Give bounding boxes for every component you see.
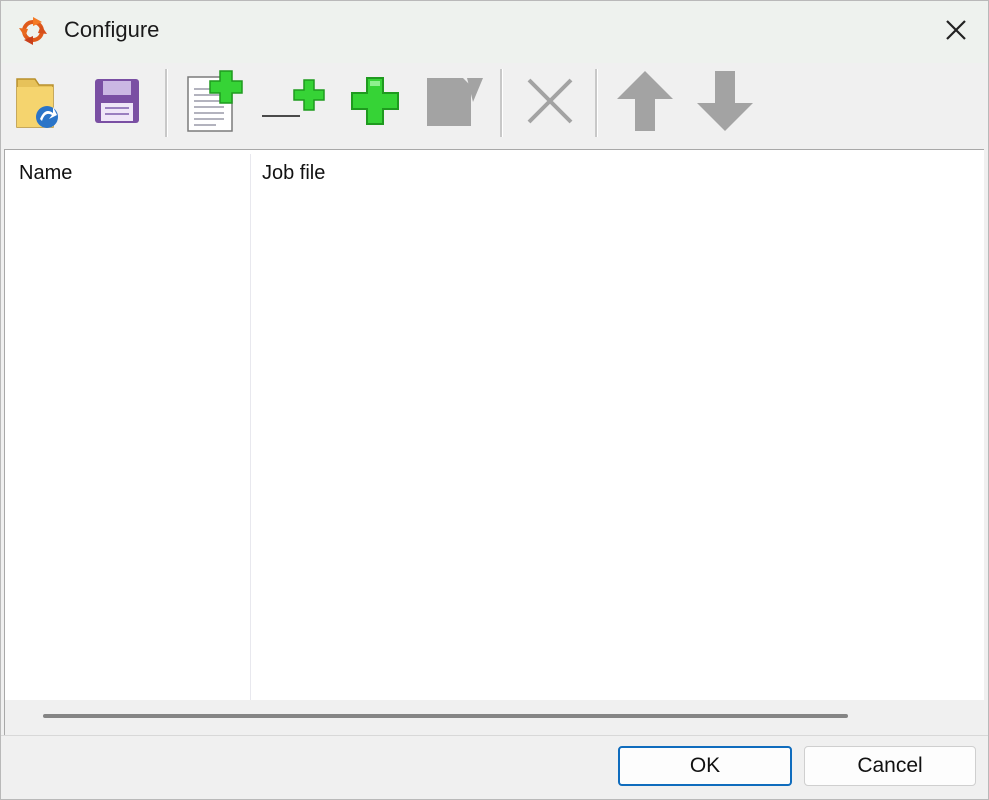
horizontal-scrollbar[interactable] bbox=[5, 700, 984, 736]
line-add-icon bbox=[260, 76, 330, 130]
dialog-footer: OK Cancel bbox=[1, 735, 988, 799]
arrow-up-icon bbox=[615, 69, 675, 137]
column-divider[interactable] bbox=[250, 154, 251, 700]
document-add-icon bbox=[182, 67, 248, 139]
toolbar-separator bbox=[500, 69, 503, 137]
folder-open-icon bbox=[9, 69, 65, 137]
open-folder-button[interactable] bbox=[3, 67, 71, 139]
toolbar-separator bbox=[165, 69, 168, 137]
move-up-button[interactable] bbox=[611, 67, 679, 139]
move-down-button[interactable] bbox=[691, 67, 759, 139]
toolbar bbox=[1, 63, 988, 149]
arrow-down-icon bbox=[695, 69, 755, 137]
configure-dialog: Configure Name Job file OK Cancel bbox=[0, 0, 989, 800]
add-job-file-button[interactable] bbox=[181, 67, 249, 139]
toolbar-separator bbox=[595, 69, 598, 137]
save-button[interactable] bbox=[83, 67, 151, 139]
column-header-job-file[interactable]: Job file bbox=[262, 162, 325, 185]
add-button[interactable] bbox=[341, 67, 409, 139]
cancel-button[interactable]: Cancel bbox=[804, 746, 976, 786]
edit-icon bbox=[423, 72, 487, 134]
scrollbar-thumb[interactable] bbox=[43, 714, 848, 718]
delete-button[interactable] bbox=[516, 67, 584, 139]
ok-button[interactable]: OK bbox=[618, 746, 792, 786]
floppy-disk-icon bbox=[91, 75, 143, 131]
window-title: Configure bbox=[64, 17, 160, 42]
add-separator-button[interactable] bbox=[261, 67, 329, 139]
close-icon bbox=[944, 18, 968, 46]
edit-button[interactable] bbox=[421, 67, 489, 139]
delete-x-icon bbox=[523, 74, 577, 132]
green-plus-icon bbox=[348, 74, 402, 132]
close-button[interactable] bbox=[930, 9, 982, 55]
title-bar: Configure bbox=[1, 1, 988, 63]
job-list[interactable]: Name Job file bbox=[4, 149, 984, 736]
refresh-arrows-icon bbox=[15, 13, 51, 49]
column-header-name[interactable]: Name bbox=[19, 162, 72, 185]
